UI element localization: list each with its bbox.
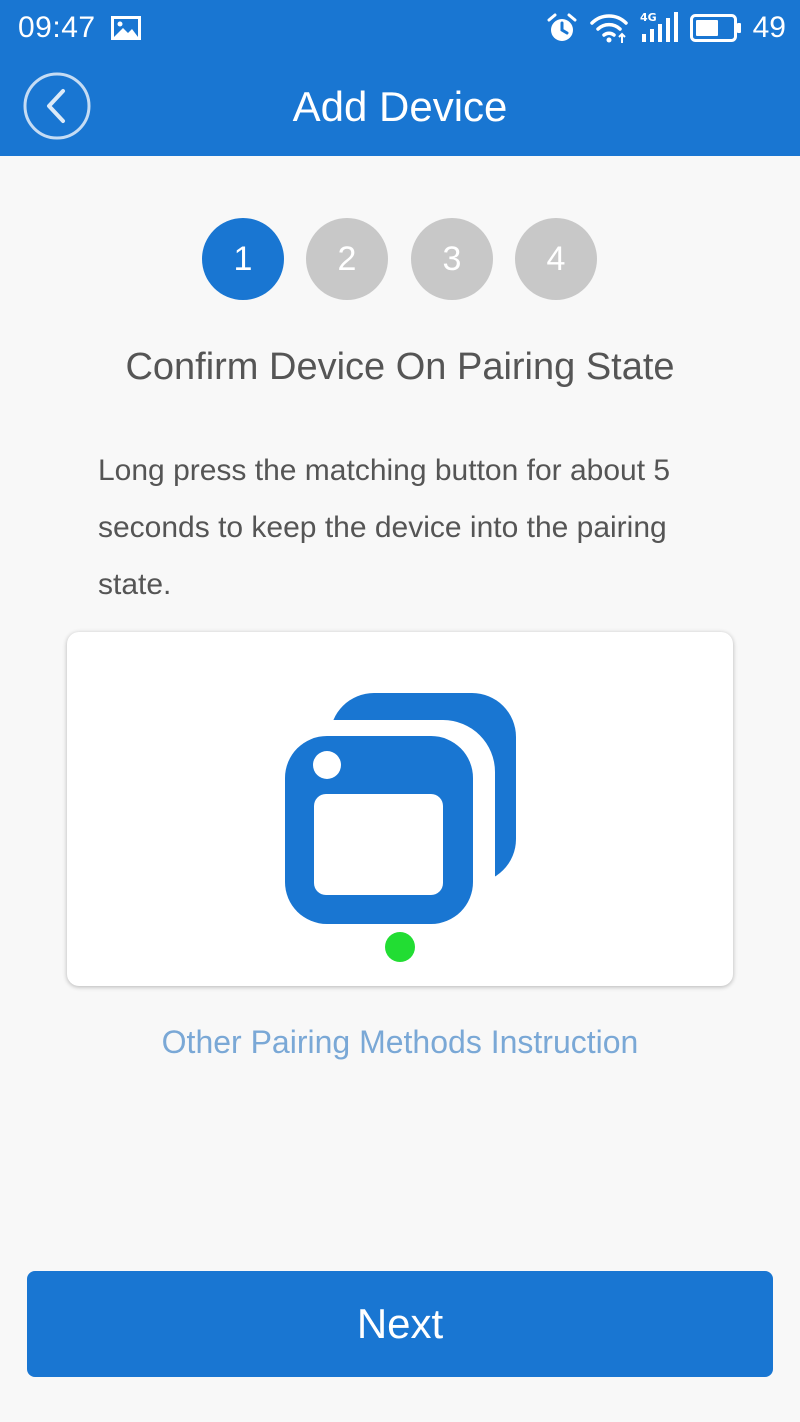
page-title: Add Device <box>292 83 508 130</box>
pairing-device-icon <box>271 693 516 962</box>
image-icon <box>111 16 141 45</box>
step-4: 4 <box>515 218 597 300</box>
wifi-icon <box>590 12 628 49</box>
step-1: 1 <box>202 218 284 300</box>
battery-icon <box>690 14 742 47</box>
svg-text:4G: 4G <box>640 11 657 24</box>
signal-4g-icon: 4G <box>638 10 680 49</box>
pairing-instructions: Long press the matching button for about… <box>98 454 671 601</box>
nav-bar: Add Device <box>0 56 800 156</box>
step-2: 2 <box>306 218 388 300</box>
indicator-led <box>385 932 415 962</box>
status-bar: 09:47 4G 49 <box>0 0 800 56</box>
device-illustration-card <box>67 632 733 986</box>
other-pairing-methods-link[interactable]: Other Pairing Methods Instruction <box>0 1018 800 1066</box>
alarm-icon <box>546 12 578 49</box>
next-button[interactable]: Next <box>27 1271 773 1377</box>
status-time: 09:47 <box>18 11 96 44</box>
step-indicator: 1 2 3 4 <box>0 218 800 300</box>
step-3: 3 <box>411 218 493 300</box>
step-title: Confirm Device On Pairing State <box>125 346 675 388</box>
battery-level: 49 <box>752 11 786 44</box>
app-header: 09:47 4G 49 Add Device <box>0 0 800 156</box>
